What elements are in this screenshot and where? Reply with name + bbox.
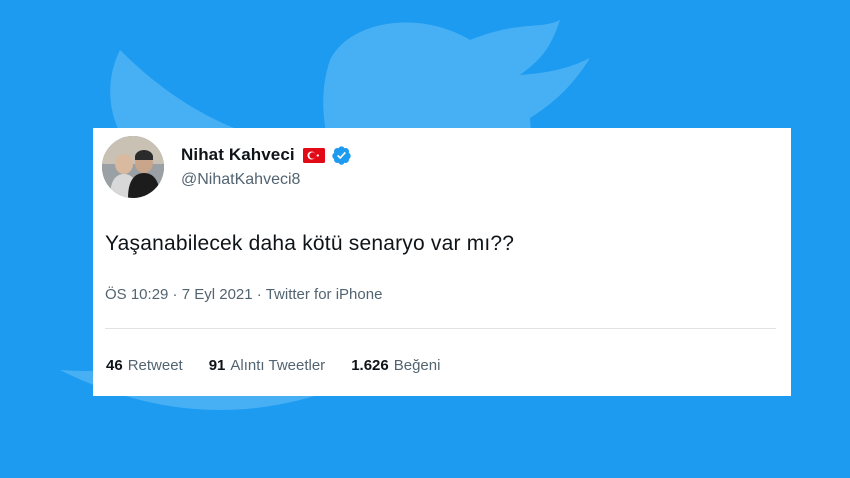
quote-label: Alıntı Tweetler (230, 357, 326, 374)
turkey-flag-icon (302, 147, 325, 163)
divider (105, 328, 776, 329)
tweet-stats: 46 Retweet 91 Alıntı Tweetler 1.626 Beğe… (106, 357, 466, 374)
tweet-date[interactable]: 7 Eyl 2021 (182, 286, 253, 303)
quote-stat[interactable]: 91 Alıntı Tweetler (209, 357, 325, 374)
tweet-text: Yaşanabilecek daha kötü senaryo var mı?? (105, 232, 515, 255)
tweet-metadata: ÖS 10:29 · 7 Eyl 2021 · Twitter for iPho… (105, 286, 382, 303)
avatar-image (102, 136, 164, 198)
like-stat[interactable]: 1.626 Beğeni (351, 357, 440, 374)
like-label: Beğeni (393, 357, 441, 374)
retweet-label: Retweet (127, 357, 183, 374)
tweet-source[interactable]: Twitter for iPhone (266, 286, 383, 303)
quote-count: 91 (208, 357, 226, 374)
verified-badge-icon (332, 145, 351, 165)
retweet-count: 46 (106, 357, 123, 374)
tweet-time[interactable]: ÖS 10:29 (105, 286, 168, 303)
meta-separator: · (168, 286, 182, 303)
retweet-stat[interactable]: 46 Retweet (106, 357, 183, 374)
tweet-card: Nihat Kahveci @NihatKahveci8 Yaşanabilec… (93, 128, 791, 396)
avatar[interactable] (102, 136, 164, 198)
like-count: 1.626 (351, 357, 389, 374)
author-handle[interactable]: @NihatKahveci8 (181, 171, 300, 189)
author-name[interactable]: Nihat Kahveci (181, 145, 295, 165)
meta-separator: · (252, 286, 266, 303)
